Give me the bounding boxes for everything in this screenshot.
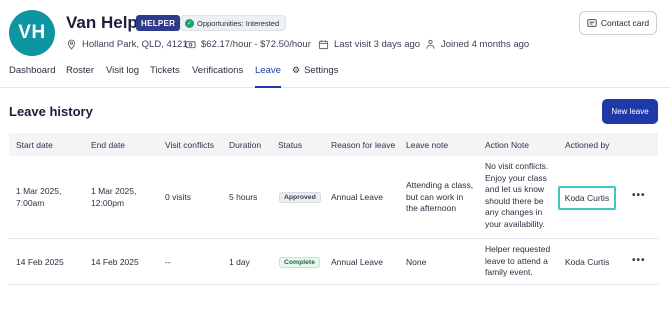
tab-leave[interactable]: Leave (255, 65, 281, 88)
rate-meta: $62.17/hour - $72.50/hour (185, 37, 311, 51)
column-header: Status (278, 140, 303, 150)
tab-verifications[interactable]: Verifications (192, 65, 243, 88)
check-circle-icon: ✓ (185, 18, 194, 28)
action-note-line: and let us know (485, 184, 545, 194)
column-header: Start date (16, 140, 53, 150)
column-header: Duration (229, 140, 262, 150)
contact-card-icon (587, 19, 597, 27)
contact-card-label: Contact card (600, 18, 650, 28)
action-note-line: leave to attend a (485, 255, 548, 266)
tab-settings[interactable]: ⚙ Settings (292, 65, 338, 88)
column-header: Reason for leave (331, 140, 396, 150)
rate-text: $62.17/hour - $72.50/hour (201, 38, 311, 50)
tab-settings-label: Settings (304, 65, 339, 76)
tab-roster[interactable]: Roster (66, 65, 94, 88)
action-note-line: any changes in (485, 207, 543, 217)
status-badge: Complete (279, 257, 320, 268)
visit-conflicts-cell: -- (165, 257, 171, 267)
action-note-line: No visit conflicts. (485, 161, 549, 171)
action-note-line: family event. (485, 267, 533, 277)
last-visit-text: Last visit 3 days ago (334, 38, 421, 50)
note-line: Attending a class, (406, 180, 474, 190)
location-text: Holland Park, QLD, 4121 (82, 38, 188, 50)
tab-tickets[interactable]: Tickets (150, 65, 180, 88)
action-note-line: should there be (485, 195, 544, 206)
action-note-cell: No visit conflicts. Enjoy your class and… (485, 161, 548, 230)
joined-text: Joined 4 months ago (441, 38, 530, 50)
actioned-by-cell[interactable]: Koda Curtis (565, 257, 609, 269)
calendar-icon (318, 39, 329, 49)
column-header: Visit conflicts (165, 140, 214, 150)
start-date-line: 1 Mar 2025, (16, 186, 62, 196)
leave-note-cell: Attending a class, but can work in the a… (406, 180, 473, 215)
end-time-line: 12:00pm (91, 197, 125, 208)
more-options-icon[interactable]: ••• (632, 255, 646, 266)
reason-cell: Annual Leave (331, 257, 383, 267)
table-row[interactable]: 1 Mar 2025, 7:00am 1 Mar 2025, 12:00pm 0… (9, 156, 658, 239)
visit-conflicts-cell: 0 visits (165, 192, 191, 202)
tab-bar: Dashboard Roster Visit log Tickets Verif… (0, 62, 670, 88)
section-title: Leave history (9, 104, 93, 119)
location-pin-icon (67, 39, 76, 50)
column-header: Actioned by (565, 140, 610, 150)
location-meta: Holland Park, QLD, 4121 (66, 37, 188, 51)
joined-meta: Joined 4 months ago (425, 37, 529, 51)
end-date-line: 1 Mar 2025, (91, 186, 137, 196)
opportunity-badge: ✓ Opportunities: Interested (180, 15, 287, 31)
end-date-cell: 14 Feb 2025 (91, 257, 139, 267)
role-badge: HELPER (136, 15, 181, 31)
action-note-line: Helper requested (485, 244, 551, 254)
action-note-line: your availability. (485, 218, 545, 229)
actioned-by-cell[interactable]: Koda Curtis (558, 186, 616, 210)
avatar: VH (9, 10, 55, 56)
start-date-cell: 1 Mar 2025, 7:00am (16, 186, 61, 209)
column-header: Leave note (406, 140, 449, 150)
cash-icon (185, 40, 196, 48)
leave-note-cell: None (406, 257, 427, 267)
table-row[interactable]: 14 Feb 2025 14 Feb 2025 -- 1 day Complet… (9, 239, 658, 285)
opportunity-badge-label: Opportunities: Interested (197, 18, 280, 28)
column-header: End date (91, 140, 126, 150)
handshake-icon (426, 39, 435, 49)
new-leave-button[interactable]: New leave (602, 99, 658, 124)
tab-dashboard[interactable]: Dashboard (9, 65, 55, 88)
reason-cell: Annual Leave (331, 192, 383, 202)
table-header: Start date End date Visit conflicts Dura… (9, 133, 658, 156)
note-line: the afternoon (406, 203, 457, 213)
action-note-line: Enjoy your class (485, 172, 547, 183)
start-date-cell: 14 Feb 2025 (16, 257, 64, 267)
tab-visit-log[interactable]: Visit log (106, 65, 139, 88)
status-badge: Approved (279, 192, 321, 203)
duration-cell: 5 hours (229, 192, 258, 202)
last-visit-meta: Last visit 3 days ago (318, 37, 420, 51)
note-line: but can work in (406, 191, 464, 202)
end-date-cell: 1 Mar 2025, 12:00pm (91, 186, 136, 209)
column-header: Action Note (485, 140, 529, 150)
duration-cell: 1 day (229, 257, 250, 267)
action-note-cell: Helper requested leave to attend a famil… (485, 244, 550, 279)
start-time-line: 7:00am (16, 197, 45, 208)
gear-icon: ⚙ (292, 65, 301, 75)
more-options-icon[interactable]: ••• (632, 190, 646, 201)
contact-card-button[interactable]: Contact card (579, 11, 657, 35)
